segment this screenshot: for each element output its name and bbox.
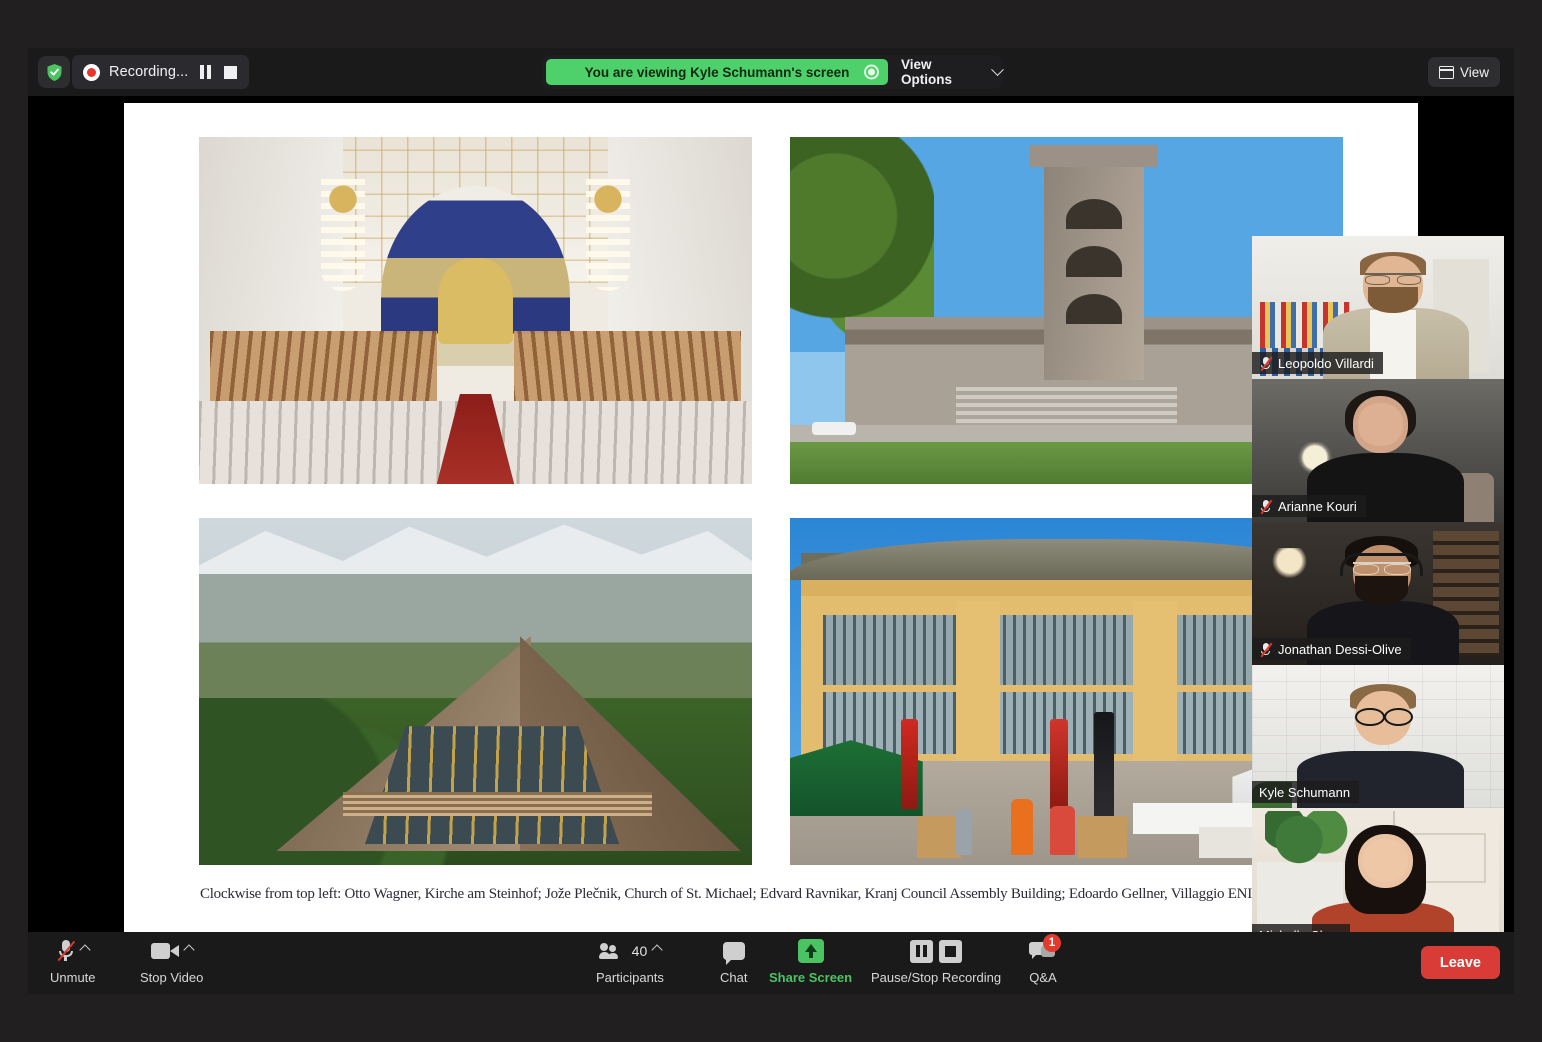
view-options-button[interactable]: View Options (901, 57, 1004, 87)
stop-video-label: Stop Video (140, 970, 204, 985)
pause-icon[interactable] (910, 939, 934, 963)
stop-video-button[interactable]: Stop Video (140, 938, 203, 990)
slide-caption: Clockwise from top left: Otto Wagner, Ki… (200, 886, 1302, 902)
muted-mic-icon (1259, 356, 1273, 371)
presentation-slide: Clockwise from top left: Otto Wagner, Ki… (124, 103, 1418, 932)
audio-options-chevron-icon[interactable] (79, 944, 91, 956)
leave-label: Leave (1439, 954, 1481, 971)
pause-stop-recording-button[interactable]: Pause/Stop Recording (871, 938, 1001, 990)
screen-sharing-banner: You are viewing Kyle Schumann's screen V… (542, 55, 1004, 89)
chevron-down-icon (991, 62, 1004, 76)
participant-name-bar: Kyle Schumann (1252, 781, 1360, 803)
participant-tile-kyle-schumann[interactable]: Kyle Schumann (1252, 665, 1504, 808)
sharing-status-chip[interactable]: You are viewing Kyle Schumann's screen (546, 59, 889, 85)
chat-bubble-icon (722, 942, 745, 965)
muted-mic-icon (1259, 642, 1273, 657)
pause-icon[interactable] (197, 64, 213, 80)
meeting-controls-toolbar: Unmute Stop Video 40 Participants Chat S… (28, 932, 1514, 994)
people-icon (598, 942, 623, 960)
participants-options-chevron-icon[interactable] (651, 944, 663, 956)
participant-name: Kyle Schumann (1259, 784, 1351, 800)
qa-label: Q&A (1029, 970, 1057, 985)
recording-status-pill[interactable]: Recording... (72, 55, 250, 89)
zoom-meeting-window: Recording... You are viewing Kyle Schuma… (0, 0, 1542, 1042)
grid-view-icon (1438, 65, 1454, 79)
leave-button[interactable]: Leave (1420, 946, 1500, 979)
shield-check-icon[interactable] (38, 56, 70, 88)
muted-mic-icon (57, 939, 76, 963)
stop-icon[interactable] (939, 939, 963, 963)
participants-count: 40 (631, 943, 648, 959)
view-layout-button[interactable]: View (1427, 57, 1500, 87)
participant-name-bar: Jonathan Dessi-Olive (1252, 638, 1411, 660)
slide-photo-top-left (199, 137, 752, 484)
unmute-label: Unmute (50, 970, 96, 985)
participant-name: Arianne Kouri (1278, 498, 1357, 514)
video-options-chevron-icon[interactable] (183, 944, 195, 956)
participant-name-bar: Arianne Kouri (1252, 495, 1366, 517)
participant-tile-jonathan-dessi-olive[interactable]: Jonathan Dessi-Olive (1252, 522, 1504, 665)
participant-tile-arianne-kouri[interactable]: Arianne Kouri (1252, 379, 1504, 522)
unmute-button[interactable]: Unmute (50, 938, 96, 990)
recording-label: Recording... (109, 64, 189, 80)
screen-share-indicator-icon (864, 64, 880, 80)
participant-name: Leopoldo Villardi (1278, 355, 1374, 371)
share-screen-icon (797, 939, 824, 963)
participants-label: Participants (596, 970, 664, 985)
qa-bubbles-icon: 1 (1029, 934, 1061, 962)
shared-screen-stage[interactable]: Clockwise from top left: Otto Wagner, Ki… (28, 96, 1514, 951)
participant-tile-michelle-chen[interactable]: Michelle Chen (1252, 808, 1504, 951)
participants-button[interactable]: 40 Participants (596, 938, 664, 990)
share-screen-label: Share Screen (769, 970, 853, 985)
participant-name-bar: Leopoldo Villardi (1252, 352, 1383, 374)
chat-label: Chat (720, 970, 748, 985)
stop-icon[interactable] (222, 64, 238, 80)
sharing-status-text: You are viewing Kyle Schumann's screen (584, 64, 850, 80)
participant-tile-leopoldo-villardi[interactable]: Leopoldo Villardi (1252, 236, 1504, 379)
meeting-top-bar: Recording... You are viewing Kyle Schuma… (28, 48, 1514, 96)
record-dot-icon (83, 63, 100, 81)
camera-icon (150, 942, 179, 960)
chat-button[interactable]: Chat (720, 938, 747, 990)
participant-name: Jonathan Dessi-Olive (1278, 641, 1402, 657)
participant-video-strip: Leopoldo Villardi Arianne Kouri Jonathan… (1252, 236, 1504, 951)
view-button-label: View (1459, 64, 1489, 80)
qa-unread-badge: 1 (1043, 934, 1061, 952)
qa-button[interactable]: 1 Q&A (1029, 934, 1061, 990)
muted-mic-icon (1259, 499, 1273, 514)
pause-stop-recording-label: Pause/Stop Recording (871, 970, 1002, 985)
share-screen-button[interactable]: Share Screen (769, 938, 852, 990)
view-options-label: View Options (901, 57, 953, 87)
slide-photo-bottom-left (199, 518, 752, 865)
